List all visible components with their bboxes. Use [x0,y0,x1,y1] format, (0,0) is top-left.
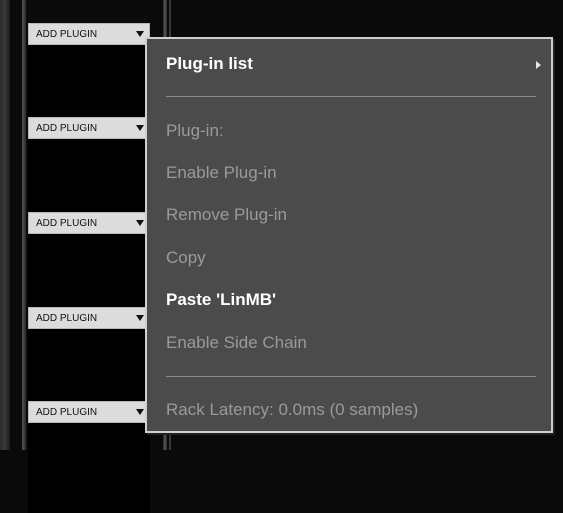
rack-divider-left [22,0,26,450]
add-plugin-button-3[interactable]: ADD PLUGIN [28,212,150,234]
chevron-down-icon [136,315,144,321]
menu-item-enable-plugin[interactable]: Enable Plug-in [166,163,277,183]
menu-separator [166,96,536,97]
plugin-context-menu: Plug-in list Plug-in: Enable Plug-in Rem… [145,37,553,433]
add-plugin-label: ADD PLUGIN [36,217,98,229]
add-plugin-button-1[interactable]: ADD PLUGIN [28,23,150,45]
menu-separator [166,376,536,377]
chevron-down-icon [136,220,144,226]
add-plugin-button-5[interactable]: ADD PLUGIN [28,401,150,423]
menu-item-enable-side-chain[interactable]: Enable Side Chain [166,333,307,353]
add-plugin-label: ADD PLUGIN [36,122,98,134]
menu-item-plugin-list[interactable]: Plug-in list [166,54,253,74]
plugin-slot-5 [28,418,150,513]
chevron-down-icon [136,31,144,37]
add-plugin-label: ADD PLUGIN [36,406,98,418]
submenu-arrow-icon [536,61,541,69]
add-plugin-button-4[interactable]: ADD PLUGIN [28,307,150,329]
menu-item-remove-plugin[interactable]: Remove Plug-in [166,205,287,225]
rack-side-panel [0,0,10,450]
add-plugin-label: ADD PLUGIN [36,312,98,324]
add-plugin-label: ADD PLUGIN [36,28,98,40]
menu-item-copy[interactable]: Copy [166,248,206,268]
menu-item-paste[interactable]: Paste 'LinMB' [166,290,276,310]
menu-item-plugin: Plug-in: [166,121,224,140]
chevron-down-icon [136,125,144,131]
add-plugin-button-2[interactable]: ADD PLUGIN [28,117,150,139]
chevron-down-icon [136,409,144,415]
menu-item-rack-latency: Rack Latency: 0.0ms (0 samples) [166,400,419,419]
